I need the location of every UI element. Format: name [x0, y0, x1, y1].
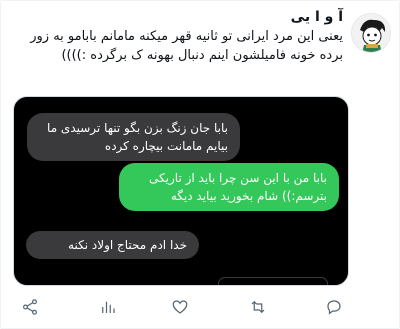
display-name[interactable]: آ و ا یی	[291, 9, 343, 25]
tweet-text: یعنی این مرد ایرانی تو ثانیه قهر میکنه م…	[30, 29, 343, 63]
views-icon	[102, 301, 115, 313]
like-button[interactable]	[169, 296, 191, 318]
share-icon	[23, 299, 37, 315]
views-button[interactable]	[97, 296, 119, 318]
retweet-button[interactable]	[247, 296, 269, 318]
chat-bubble-received-2: خدا ادم محتاج اولاد نکنه	[26, 231, 199, 259]
retweet-icon	[251, 300, 265, 314]
chat-input-outline	[218, 277, 328, 285]
reply-icon	[327, 300, 341, 315]
like-icon	[172, 300, 188, 314]
tweet-card: آ و ا یی یعنی این مرد ایرانی تو ثانیه قه…	[0, 0, 400, 329]
avatar-image	[352, 14, 390, 52]
tweet-actions-bar	[19, 296, 387, 318]
tweet-media-chat-screenshot[interactable]: بابا جان زنگ بزن بگو تنها ترسیدی ما بیای…	[13, 96, 349, 286]
avatar[interactable]	[351, 13, 391, 53]
reply-button[interactable]	[323, 296, 345, 318]
share-button[interactable]	[19, 296, 41, 318]
chat-bubble-received-1: بابا جان زنگ بزن بگو تنها ترسیدی ما بیای…	[27, 113, 240, 161]
chat-bubble-sent: بابا من با این سن چرا باید از تاریکی بتر…	[119, 163, 339, 211]
